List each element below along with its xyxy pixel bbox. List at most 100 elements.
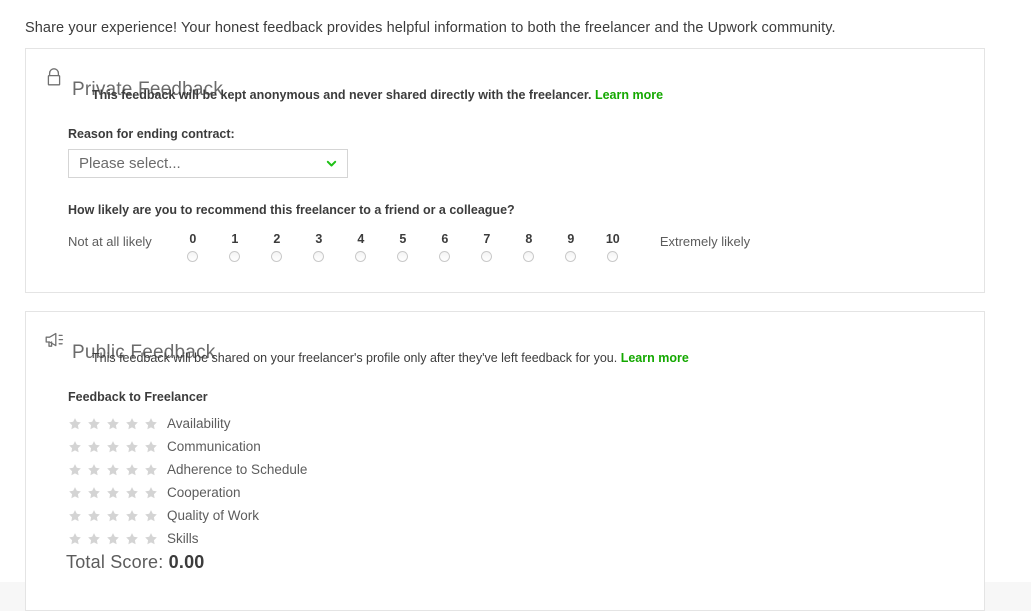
nps-question-label: How likely are you to recommend this fre… xyxy=(68,203,515,217)
nps-scale: 0 1 2 3 4 5 6 7 8 9 10 xyxy=(172,232,634,262)
total-score-value: 0.00 xyxy=(168,552,205,572)
star-rating-control[interactable] xyxy=(68,417,162,431)
nps-radio-1[interactable] xyxy=(229,251,241,262)
star-icon[interactable] xyxy=(144,532,158,546)
star-icon[interactable] xyxy=(68,440,82,454)
star-icon[interactable] xyxy=(87,463,101,477)
public-feedback-description-text: This feedback will be shared on your fre… xyxy=(92,351,618,365)
nps-option-10[interactable]: 10 xyxy=(592,232,634,262)
star-icon[interactable] xyxy=(68,486,82,500)
star-rating-control[interactable] xyxy=(68,486,162,500)
nps-radio-7[interactable] xyxy=(481,251,493,262)
nps-radio-2[interactable] xyxy=(271,251,283,262)
rating-label: Quality of Work xyxy=(167,507,260,523)
star-icon[interactable] xyxy=(68,417,82,431)
nps-option-8[interactable]: 8 xyxy=(508,232,550,262)
nps-option-number: 10 xyxy=(605,232,620,246)
nps-option-1[interactable]: 1 xyxy=(214,232,256,262)
star-icon[interactable] xyxy=(106,486,120,500)
nps-option-number: 8 xyxy=(525,232,533,246)
star-icon[interactable] xyxy=(125,440,139,454)
nps-option-7[interactable]: 7 xyxy=(466,232,508,262)
lock-icon xyxy=(43,66,65,88)
nps-option-number: 4 xyxy=(357,232,365,246)
rating-label: Adherence to Schedule xyxy=(167,461,308,477)
star-icon[interactable] xyxy=(68,509,82,523)
star-icon[interactable] xyxy=(106,532,120,546)
nps-option-number: 5 xyxy=(399,232,407,246)
nps-option-5[interactable]: 5 xyxy=(382,232,424,262)
star-icon[interactable] xyxy=(87,417,101,431)
nps-high-label: Extremely likely xyxy=(659,234,751,249)
star-icon[interactable] xyxy=(87,440,101,454)
star-icon[interactable] xyxy=(68,463,82,477)
star-icon[interactable] xyxy=(144,463,158,477)
nps-option-4[interactable]: 4 xyxy=(340,232,382,262)
private-feedback-card: Private Feedback This feedback will be k… xyxy=(25,48,985,293)
star-icon[interactable] xyxy=(144,417,158,431)
nps-option-0[interactable]: 0 xyxy=(172,232,214,262)
public-feedback-card: Public Feedback This feedback will be sh… xyxy=(25,311,985,611)
star-rating-control[interactable] xyxy=(68,532,162,546)
rating-row: Communication xyxy=(68,435,307,458)
nps-radio-9[interactable] xyxy=(565,251,577,262)
star-icon[interactable] xyxy=(125,417,139,431)
star-rating-control[interactable] xyxy=(68,463,162,477)
nps-option-number: 7 xyxy=(483,232,491,246)
nps-option-6[interactable]: 6 xyxy=(424,232,466,262)
nps-radio-6[interactable] xyxy=(439,251,451,262)
nps-radio-8[interactable] xyxy=(523,251,535,262)
reason-for-ending-contract-label: Reason for ending contract: xyxy=(68,127,235,141)
star-rating-control[interactable] xyxy=(68,509,162,523)
nps-option-number: 9 xyxy=(567,232,575,246)
star-icon[interactable] xyxy=(106,509,120,523)
nps-radio-4[interactable] xyxy=(355,251,367,262)
rating-row: Quality of Work xyxy=(68,504,307,527)
nps-option-2[interactable]: 2 xyxy=(256,232,298,262)
nps-option-number: 6 xyxy=(441,232,449,246)
feedback-page: Share your experience! Your honest feedb… xyxy=(0,0,1031,611)
nps-scale-row: Not at all likely 0 1 2 3 4 5 6 7 8 9 10 Extremely… xyxy=(68,232,750,262)
nps-radio-3[interactable] xyxy=(313,251,325,262)
public-feedback-learn-more-link[interactable]: Learn more xyxy=(621,351,689,365)
star-rating-control[interactable] xyxy=(68,440,162,454)
star-icon[interactable] xyxy=(87,509,101,523)
rating-row: Availability xyxy=(68,412,307,435)
megaphone-icon xyxy=(43,329,65,351)
private-feedback-header: Private Feedback xyxy=(26,49,984,118)
nps-option-number: 2 xyxy=(273,232,281,246)
star-icon[interactable] xyxy=(125,463,139,477)
private-feedback-learn-more-link[interactable]: Learn more xyxy=(595,88,663,102)
rating-label: Cooperation xyxy=(167,484,241,500)
rating-label: Availability xyxy=(167,415,231,431)
star-icon[interactable] xyxy=(144,486,158,500)
nps-radio-10[interactable] xyxy=(607,251,619,262)
star-icon[interactable] xyxy=(87,486,101,500)
rating-row: Cooperation xyxy=(68,481,307,504)
nps-option-3[interactable]: 3 xyxy=(298,232,340,262)
star-icon[interactable] xyxy=(125,486,139,500)
nps-low-label: Not at all likely xyxy=(68,234,152,249)
public-feedback-description: This feedback will be shared on your fre… xyxy=(92,350,689,366)
nps-radio-5[interactable] xyxy=(397,251,409,262)
rating-row: Adherence to Schedule xyxy=(68,458,307,481)
star-icon[interactable] xyxy=(106,440,120,454)
reason-select-value: Please select... xyxy=(79,155,181,172)
rating-list: Availability Communication Adherence to Sc… xyxy=(68,412,307,550)
star-icon[interactable] xyxy=(144,440,158,454)
star-icon[interactable] xyxy=(125,509,139,523)
private-feedback-description-text: This feedback will be kept anonymous and… xyxy=(92,88,592,102)
star-icon[interactable] xyxy=(68,532,82,546)
total-score: Total Score: 0.00 xyxy=(66,552,205,573)
page-intro-text: Share your experience! Your honest feedb… xyxy=(25,20,836,36)
star-icon[interactable] xyxy=(106,463,120,477)
total-score-label: Total Score: xyxy=(66,552,164,572)
reason-for-ending-contract-select[interactable]: Please select... xyxy=(68,149,348,178)
star-icon[interactable] xyxy=(144,509,158,523)
star-icon[interactable] xyxy=(87,532,101,546)
star-icon[interactable] xyxy=(106,417,120,431)
star-icon[interactable] xyxy=(125,532,139,546)
nps-option-9[interactable]: 9 xyxy=(550,232,592,262)
nps-radio-0[interactable] xyxy=(187,251,199,262)
nps-option-number: 0 xyxy=(189,232,197,246)
